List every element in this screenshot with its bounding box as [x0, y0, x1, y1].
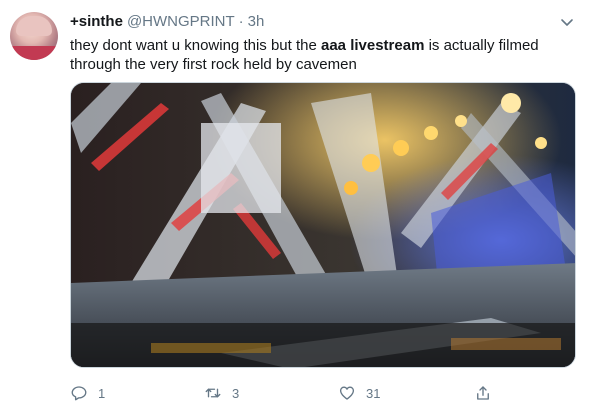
timestamp[interactable]: 3h	[248, 13, 265, 30]
reply-count: 1	[98, 385, 106, 401]
tweet-text-bold: aaa livestream	[321, 37, 425, 54]
tweet-actions: 1 3 31	[70, 384, 576, 404]
display-name[interactable]: +sinthe	[70, 13, 123, 30]
retweet-icon	[205, 388, 221, 398]
tweet-card[interactable]: +sinthe @HWNGPRINT · 3h they dont want u…	[0, 0, 591, 410]
tweet-text: they dont want u knowing this but the aa…	[70, 36, 575, 74]
reply-button[interactable]: 1	[70, 384, 105, 402]
retweet-button[interactable]: 3	[204, 384, 239, 402]
avatar-clothing	[10, 46, 58, 60]
share-icon	[477, 386, 489, 400]
tweet-header: +sinthe @HWNGPRINT · 3h	[70, 13, 264, 33]
user-handle[interactable]: @HWNGPRINT	[127, 13, 235, 30]
avatar-hair	[16, 16, 52, 36]
retweet-count: 3	[232, 385, 240, 401]
media-image[interactable]	[70, 82, 576, 368]
like-count: 31	[366, 385, 381, 401]
avatar[interactable]	[10, 12, 58, 60]
chevron-down-icon[interactable]	[559, 14, 575, 30]
like-button[interactable]: 31	[338, 384, 380, 402]
reply-icon	[71, 386, 87, 401]
stage-photo	[71, 83, 575, 367]
tweet-text-part-1: they dont want u knowing this but the	[70, 37, 321, 54]
share-button[interactable]	[474, 384, 492, 402]
heart-icon	[339, 386, 355, 400]
separator-dot: ·	[238, 13, 244, 30]
